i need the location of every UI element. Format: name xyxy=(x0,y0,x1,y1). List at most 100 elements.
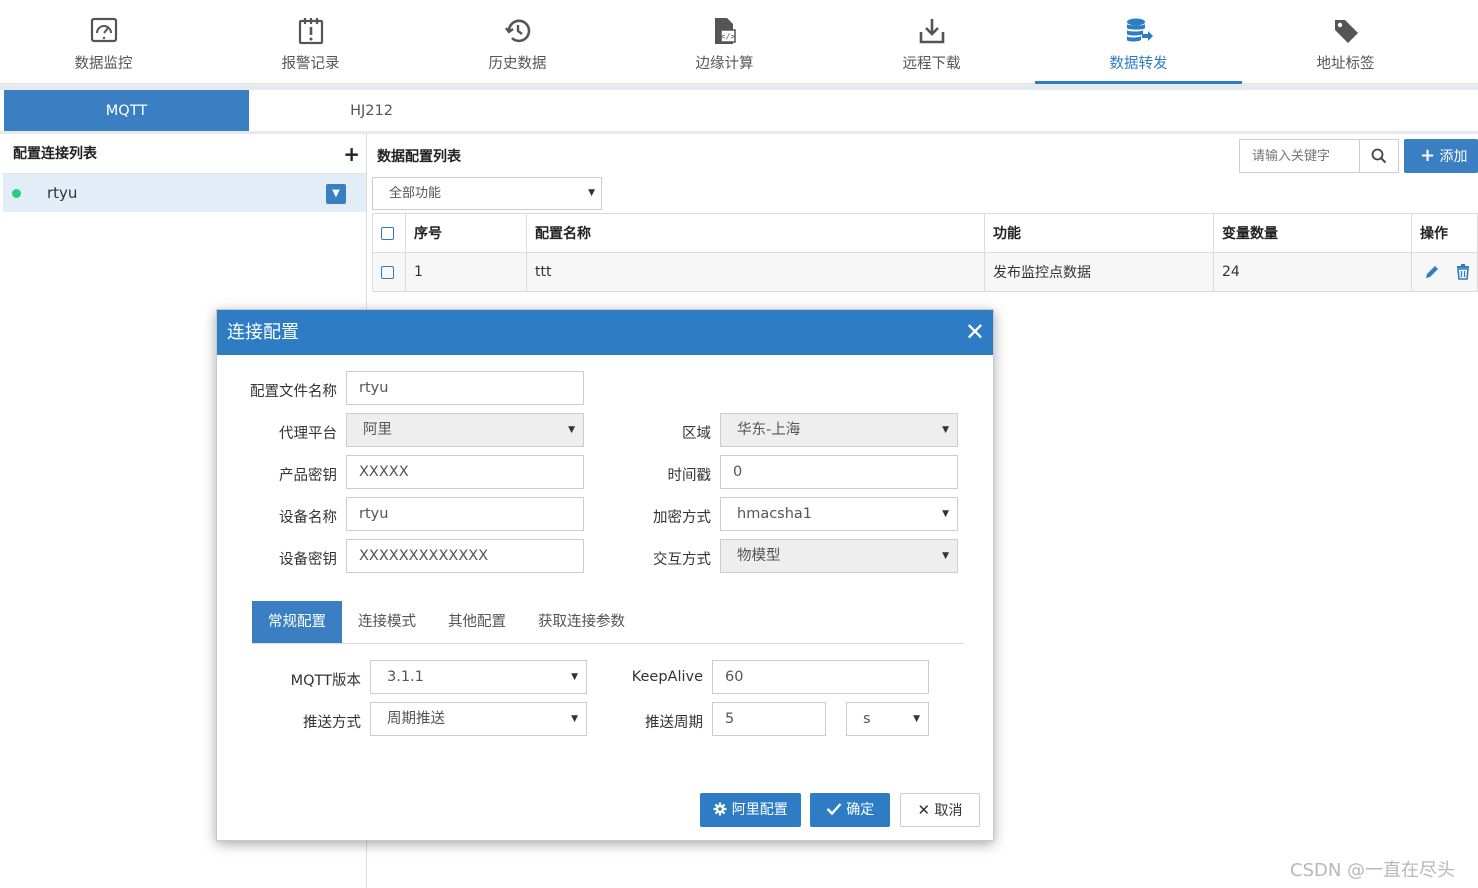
tag-icon xyxy=(1334,20,1358,43)
timestamp-field[interactable]: 0 xyxy=(720,455,958,489)
device-name-field[interactable]: rtyu xyxy=(346,497,584,531)
proxy-platform-select[interactable]: 阿里 ▼ xyxy=(346,413,584,447)
nav-item-history-data[interactable]: 历史数据 xyxy=(414,0,621,84)
connection-item[interactable]: rtyu ▼ xyxy=(3,174,366,212)
tab-hj212[interactable]: HJ212 xyxy=(249,90,494,132)
encrypt-select[interactable]: hmacsha1 ▼ xyxy=(720,497,958,531)
column-header: 变量数量 xyxy=(1213,213,1412,253)
tab-mqtt[interactable]: MQTT xyxy=(4,90,249,132)
row-name: ttt xyxy=(526,252,985,292)
caret-down-icon: ▼ xyxy=(571,714,578,724)
mqtt-version-label: MQTT版本 xyxy=(290,673,361,689)
push-mode-label: 推送方式 xyxy=(303,715,361,731)
device-secret-label: 设备密钥 xyxy=(279,552,337,568)
watermark: CSDN @一直在尽头 xyxy=(1290,860,1456,881)
device-secret-field[interactable]: XXXXXXXXXXXXX xyxy=(346,539,584,573)
function-filter-select[interactable]: 全部功能 ▼ xyxy=(372,177,602,210)
proxy-platform-value: 阿里 xyxy=(363,422,392,438)
mqtt-version-select[interactable]: 3.1.1 ▼ xyxy=(370,660,587,694)
product-key-label: 产品密钥 xyxy=(279,468,337,484)
trash-icon[interactable] xyxy=(1456,264,1470,280)
caret-down-icon: ▼ xyxy=(568,425,575,435)
select-all-checkbox[interactable] xyxy=(381,226,394,240)
confirm-button[interactable]: 确定 xyxy=(810,793,890,827)
add-button-label: 添加 xyxy=(1439,149,1468,165)
close-icon: ✕ xyxy=(917,801,931,819)
chevron-down-icon[interactable]: ▼ xyxy=(326,184,346,204)
table-row[interactable]: 1 ttt 发布监控点数据 24 xyxy=(372,252,1478,292)
tab-get-connection-params[interactable]: 获取连接参数 xyxy=(522,601,641,643)
nav-label: 地址标签 xyxy=(1316,56,1375,72)
keepalive-field[interactable]: 60 xyxy=(712,660,929,694)
nav-label: 远程下载 xyxy=(902,56,961,72)
nav-item-remote-download[interactable]: 远程下载 xyxy=(828,0,1035,84)
search-input[interactable] xyxy=(1240,140,1360,172)
cancel-button[interactable]: ✕ 取消 xyxy=(900,793,980,827)
product-key-field[interactable]: XXXXX xyxy=(346,455,584,489)
database-forward-icon xyxy=(1126,18,1153,42)
tab-general-config[interactable]: 常规配置 xyxy=(252,601,342,643)
nav-item-data-forward[interactable]: 数据转发 xyxy=(1035,0,1242,84)
table-header-row: 序号 配置名称 功能 变量数量 操作 xyxy=(372,213,1478,253)
close-icon[interactable]: ✕ xyxy=(965,310,985,355)
config-name-field[interactable]: rtyu xyxy=(346,371,584,405)
push-period-field[interactable]: 5 xyxy=(712,702,826,736)
row-actions xyxy=(1411,252,1478,292)
select-all-cell[interactable] xyxy=(372,213,406,253)
timestamp-label: 时间戳 xyxy=(667,468,712,484)
caret-down-icon: ▼ xyxy=(942,425,949,435)
plus-icon[interactable]: + xyxy=(343,134,360,174)
encrypt-value: hmacsha1 xyxy=(737,506,813,522)
device-name-label: 设备名称 xyxy=(279,510,337,526)
region-value: 华东-上海 xyxy=(737,422,801,438)
column-header: 序号 xyxy=(405,213,527,253)
interact-label: 交互方式 xyxy=(653,552,711,568)
encrypt-label: 加密方式 xyxy=(653,510,711,526)
add-button[interactable]: + 添加 xyxy=(1404,139,1478,173)
nav-label: 数据监控 xyxy=(74,56,133,72)
interact-select[interactable]: 物模型 ▼ xyxy=(720,539,958,573)
nav-item-data-monitor[interactable]: 数据监控 xyxy=(0,0,207,84)
nav-label: 数据转发 xyxy=(1109,56,1168,72)
nav-item-address-tags[interactable]: 地址标签 xyxy=(1242,0,1449,84)
column-header: 操作 xyxy=(1411,213,1478,253)
region-select[interactable]: 华东-上海 ▼ xyxy=(720,413,958,447)
plus-icon: + xyxy=(1420,145,1436,166)
region-label: 区域 xyxy=(682,426,711,442)
push-mode-select[interactable]: 周期推送 ▼ xyxy=(370,702,587,736)
data-config-table: 序号 配置名称 功能 变量数量 操作 1 ttt 发布监控点数据 24 xyxy=(372,213,1478,292)
status-dot xyxy=(12,188,21,198)
nav-item-edge-computing[interactable]: </> 边缘计算 xyxy=(621,0,828,84)
nav-label: 边缘计算 xyxy=(695,56,754,72)
nav-label: 历史数据 xyxy=(488,56,547,72)
function-filter-value: 全部功能 xyxy=(389,186,442,201)
caret-down-icon: ▼ xyxy=(588,188,595,198)
code-file-icon: </> xyxy=(714,18,736,44)
caret-down-icon: ▼ xyxy=(942,509,949,519)
history-icon xyxy=(504,19,530,43)
protocol-tabs: MQTT HJ212 xyxy=(4,90,494,132)
nav-label: 报警记录 xyxy=(281,56,340,72)
column-header: 配置名称 xyxy=(526,213,985,253)
tab-connection-mode[interactable]: 连接模式 xyxy=(342,601,432,643)
edit-pencil-icon[interactable] xyxy=(1424,264,1440,280)
column-header: 功能 xyxy=(984,213,1214,253)
config-name-label: 配置文件名称 xyxy=(250,384,337,400)
row-var-count: 24 xyxy=(1213,252,1412,292)
connection-name: rtyu xyxy=(47,184,78,202)
push-mode-value: 周期推送 xyxy=(387,711,445,727)
interact-value: 物模型 xyxy=(737,548,781,564)
caret-down-icon: ▼ xyxy=(571,672,578,682)
push-unit-select[interactable]: s ▼ xyxy=(846,702,929,736)
tab-other-config[interactable]: 其他配置 xyxy=(432,601,522,643)
row-checkbox[interactable] xyxy=(381,265,394,279)
push-unit-value: s xyxy=(863,711,871,727)
row-index: 1 xyxy=(405,252,527,292)
row-function: 发布监控点数据 xyxy=(984,252,1214,292)
nav-item-alarm-records[interactable]: 报警记录 xyxy=(207,0,414,84)
push-period-label: 推送周期 xyxy=(645,715,703,731)
search-button[interactable] xyxy=(1360,140,1398,172)
cancel-label: 取消 xyxy=(934,803,963,819)
row-select-cell[interactable] xyxy=(372,252,406,292)
ali-config-button[interactable]: 阿里配置 xyxy=(700,793,801,827)
